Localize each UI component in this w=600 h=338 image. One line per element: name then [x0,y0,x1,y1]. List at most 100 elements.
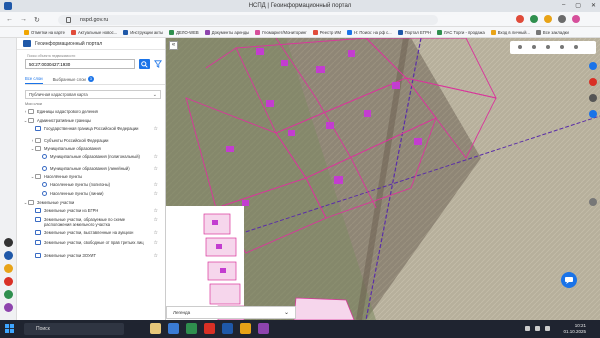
app-icon[interactable] [4,251,13,260]
app-icon[interactable] [150,323,161,334]
bookmark-favicon-icon [24,29,29,35]
side-icon[interactable] [589,198,597,206]
collapse-panel-button[interactable]: « [169,41,178,50]
os-taskbar: Поиск 10:21 01.10.2025 [0,320,600,338]
start-icon[interactable] [5,324,14,333]
layer-tree-item[interactable]: Муниципальные образования (линейный) ☆ [17,166,165,174]
tab-selected-layers[interactable]: Выбранные слои 3 [53,76,94,84]
extension-icons [516,15,580,23]
layer-tree-label: Населённые пункты [44,174,83,179]
wifi-icon[interactable] [525,326,530,331]
legend-bar[interactable]: Легенда ⌄ [166,306,296,319]
bookmark-item[interactable]: Портал ЕГРН [397,29,431,35]
tool-icon[interactable] [518,45,522,49]
bookmark-favicon-icon [312,29,318,35]
cadastral-search-input[interactable] [25,59,135,69]
favorite-star-icon[interactable]: ☆ [154,182,158,188]
side-icon[interactable] [589,94,597,102]
extension-icon[interactable] [544,15,552,23]
app-icon[interactable] [258,323,269,334]
map-canvas[interactable] [166,38,600,320]
bookmark-item[interactable]: Инструкции акты [123,29,163,35]
clock[interactable]: 10:21 01.10.2025 [563,323,586,335]
tab-all-layers[interactable]: Все слои [25,76,43,84]
lock-icon [66,17,71,23]
bookmark-item[interactable]: ЛАС Торги - продажа [436,29,485,35]
layer-tree-item[interactable]: Земельные участки, выставленные на аукци… [17,230,165,240]
favorite-star-icon[interactable]: ☆ [154,208,158,214]
favorite-star-icon[interactable]: ☆ [154,240,158,246]
bookmark-item[interactable]: ДЕЛО-WEB [169,29,199,35]
filter-icon[interactable] [154,60,162,68]
favorite-star-icon[interactable]: ☆ [154,126,158,132]
app-icon[interactable] [204,323,215,334]
app-icon[interactable] [222,323,233,334]
volume-icon[interactable] [535,326,540,331]
app-icon[interactable] [168,323,179,334]
favorite-star-icon[interactable]: ☆ [154,253,158,259]
url-field[interactable]: nspd.gov.ru [58,15,438,25]
layer-tree-item[interactable]: › Субъекты Российской Федерации [17,138,165,146]
reload-icon[interactable]: ↻ [34,16,40,24]
taskbar-search[interactable]: Поиск [24,323,124,335]
layer-tree-item[interactable]: ⌄ Административные границы [17,118,165,126]
minimize-icon[interactable]: – [562,2,565,9]
app-icon[interactable] [4,238,13,247]
bookmark-item[interactable]: Геомаркет/Мониторинг [255,29,307,35]
side-icon[interactable] [589,62,597,70]
layer-tree-item[interactable]: › Единицы кадастрового деления [17,109,165,118]
selected-count-badge: 3 [87,76,94,82]
tool-icon[interactable] [574,45,578,49]
maximize-icon[interactable]: ▢ [575,2,581,9]
side-icon[interactable] [589,110,597,118]
tool-icon[interactable] [546,45,550,49]
layer-tree-item[interactable]: Земельные участки из ЕГРН ☆ [17,208,165,217]
bookmark-item[interactable]: Все закладки [535,29,569,35]
basemap-select[interactable]: Публичная кадастровая карта ⌄ [25,90,161,99]
layer-tree-item[interactable]: Земельные участки ЗОУИТ ☆ [17,253,165,262]
app-icon[interactable] [4,303,13,312]
favorite-star-icon[interactable]: ☆ [154,230,158,236]
bookmark-item[interactable]: Реестр ИМ [312,29,341,35]
bookmark-item[interactable]: Документы аренды [204,29,249,35]
favorite-star-icon[interactable]: ☆ [154,166,158,172]
favorite-star-icon[interactable]: ☆ [154,154,158,160]
app-icon[interactable] [4,264,13,273]
layer-tree-item[interactable]: Населенные пункты (полигоны) ☆ [17,182,165,191]
layer-tree-item[interactable]: Земельные участки, образуемые по схеме р… [17,217,165,230]
app-icon[interactable] [186,323,197,334]
battery-icon[interactable] [545,326,550,331]
layer-tree-item[interactable]: Муниципальные образования (полигональный… [17,154,165,166]
layer-tree-item[interactable]: Населенные пункты (линии) ☆ [17,191,165,200]
close-icon[interactable]: ✕ [591,2,596,9]
tool-icon[interactable] [532,45,536,49]
layer-tree-item[interactable]: ⌄ Муниципальные образования [17,146,165,154]
tool-icon[interactable] [560,45,564,49]
app-icon[interactable] [4,277,13,286]
app-icon[interactable] [240,323,251,334]
favorite-star-icon[interactable]: ☆ [154,217,158,223]
layer-tree-item[interactable]: ⌄ Населённые пункты [17,174,165,182]
bookmark-item[interactable]: Отметки на карте [24,29,65,35]
bookmark-item[interactable]: Актуальные новос... [71,29,117,35]
layer-icon [42,154,47,159]
search-button[interactable] [139,59,150,69]
forward-icon[interactable]: → [20,16,27,23]
app-icon[interactable] [4,290,13,299]
layer-tree-label: Административные границы [37,118,91,123]
profile-icon[interactable] [572,15,580,23]
bookmark-item[interactable]: Н: Поиск: на рф с... [347,29,392,35]
side-icon[interactable] [589,78,597,86]
chat-button[interactable] [561,272,577,288]
bookmark-item[interactable]: Вход в личный... [490,29,530,35]
layer-tree-item[interactable]: Государственная граница Российской Федер… [17,126,165,138]
extension-icon[interactable] [530,15,538,23]
extension-icon[interactable] [516,15,524,23]
extension-icon[interactable] [558,15,566,23]
layer-tree-item[interactable]: Земельные участки, свободные от прав тре… [17,240,165,253]
back-icon[interactable]: ← [6,16,13,23]
layer-tree: › Единицы кадастрового деления ⌄ Администра… [17,109,165,262]
layer-tree-label: Земельные участки, выставленные на аукци… [44,230,134,235]
favorite-star-icon[interactable]: ☆ [154,191,158,197]
layer-tree-item[interactable]: ⌄ Земельные участки [17,200,165,208]
